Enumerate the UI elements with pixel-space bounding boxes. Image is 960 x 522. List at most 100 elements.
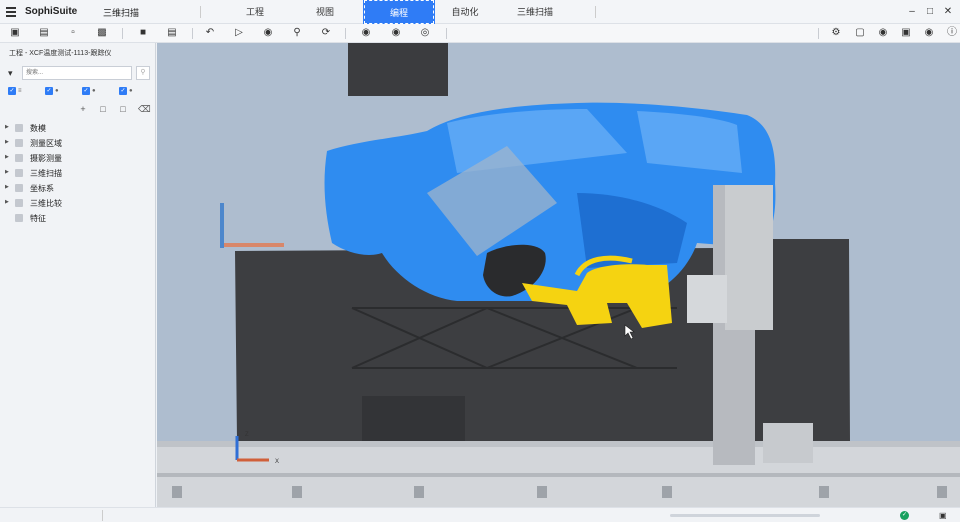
search-icon[interactable]: ⚲ [136,66,150,80]
tree-item-label: 三维扫描 [30,169,62,178]
tracker-arm [224,243,284,247]
car-icon[interactable]: ◉ [390,27,402,39]
tree-item-3d-scan[interactable]: ▶ 三维扫描 [0,166,155,180]
new-icon[interactable]: ▣ [9,27,21,39]
layout-icon[interactable]: ▣ [939,511,949,520]
export-icon[interactable]: □ [118,104,128,114]
filter-checkbox[interactable]: ✓ [119,87,127,95]
z-axis-label: Z [245,432,249,438]
camera-icon [15,154,23,162]
maximize-icon[interactable]: □ [923,5,937,19]
settings-icon[interactable]: ⚙ [830,27,842,39]
chevron-right-icon[interactable]: ▶ [5,124,9,130]
tree-item-label: 测量区域 [30,139,62,148]
chevron-right-icon[interactable]: ▶ [5,199,9,205]
area-icon [15,139,23,147]
point-icon: ● [55,88,59,94]
toolbar-divider [446,28,447,39]
status-divider [102,510,103,521]
scene-canvas[interactable]: Z X [157,43,960,507]
rail-groove [157,473,960,477]
signal-icon[interactable]: ◉ [877,27,889,39]
tree-item-label: 特征 [30,214,46,223]
device-icon[interactable]: ▤ [166,27,178,39]
close-icon[interactable]: ✕ [941,5,955,19]
toolbar-divider [345,28,346,39]
tree-item-coordinate-system[interactable]: ▶ 坐标系 [0,181,155,195]
add-icon[interactable]: + [78,104,88,114]
model-icon [15,124,23,132]
status-ok-icon: ✓ [900,511,909,520]
gantry-upper [725,185,773,330]
chevron-right-icon[interactable]: ▶ [5,184,9,190]
scan-icon: ● [92,88,96,94]
tab-automation[interactable]: 自动化 [440,0,490,24]
breadcrumb: 工程 - XCF温度测试-1113-跟踪仪 [9,50,112,57]
horizontal-scrollbar[interactable] [670,514,820,517]
module-title: 三维扫描 [103,8,140,18]
filter-checkbox[interactable]: ✓ [82,87,90,95]
toolbar: ▣ ▤ ▫ ▩ ■ ▤ ↶ ▷ ◉ ⚲ ⟳ ◉ ◉ ◎ ⚙ ▢ ◉ ▣ ◉ ⓘ [0,24,960,43]
toolbar-divider [192,28,193,39]
feature-icon [15,214,23,222]
record-icon[interactable]: ◉ [923,27,935,39]
info-icon[interactable]: ⓘ [946,27,958,39]
stop-icon[interactable]: ■ [137,27,149,39]
tab-3d-scan[interactable]: 三维扫描 [505,0,565,24]
tree-item-3d-compare[interactable]: ▶ 三维比较 [0,196,155,210]
delete-icon[interactable]: ⌫ [138,104,151,114]
robot-mount [687,275,727,323]
tree-item-label: 三维比较 [30,199,62,208]
scan-frame-icon[interactable]: ▢ [854,27,866,39]
list-icon: ≡ [18,88,22,94]
robot-icon[interactable]: ◉ [360,27,372,39]
filter-checkbox[interactable]: ✓ [8,87,16,95]
open-icon[interactable]: ▫ [67,27,79,39]
chevron-right-icon[interactable]: ▶ [5,169,9,175]
copy-icon[interactable]: □ [98,104,108,114]
zoom-icon[interactable]: ⚲ [291,27,303,39]
save-icon[interactable]: ▤ [38,27,50,39]
search-input[interactable] [22,66,132,80]
gantry-base [763,423,813,463]
compare-icon [15,199,23,207]
title-bar: SophiSuite 三维扫描 工程 视图 编程 自动化 三维扫描 – □ ✕ [0,0,960,25]
filter-checkbox[interactable]: ✓ [45,87,53,95]
axes-icon [15,184,23,192]
filter-icon[interactable]: ▾ [8,68,18,78]
chevron-right-icon[interactable]: ▶ [5,139,9,145]
rotate-icon[interactable]: ⟳ [320,27,332,39]
record-icon[interactable]: ◉ [262,27,274,39]
menu-icon[interactable] [6,7,16,17]
tree-item-label: 数模 [30,124,46,133]
3d-viewport[interactable]: Z X [157,43,960,507]
toolbar-divider [122,28,123,39]
status-bar: ✓ ▣ [0,507,960,522]
tab-view[interactable]: 视图 [300,0,350,24]
tree-item-model[interactable]: ▶ 数模 [0,121,155,135]
rail-top [157,441,960,447]
minimize-icon[interactable]: – [905,5,919,19]
play-icon[interactable]: ▷ [233,27,245,39]
undo-icon[interactable]: ↶ [204,27,216,39]
tab-programming[interactable]: 编程 [363,0,435,25]
scan-icon [15,169,23,177]
nav-divider [200,6,201,18]
chevron-right-icon[interactable]: ▶ [5,154,9,160]
tree-item-measure-area[interactable]: ▶ 测量区域 [0,136,155,150]
feature-icon: ● [129,88,133,94]
toolbar-divider [818,28,819,39]
fixture-block-top [348,43,448,96]
tab-project[interactable]: 工程 [230,0,280,24]
target-icon[interactable]: ◎ [419,27,431,39]
nav-divider [595,6,596,18]
project-panel: 工程 - XCF温度测试-1113-跟踪仪 ▾ ⚲ ✓ ≡ ✓ ● ✓ ● ✓ … [0,43,156,507]
tree-item-photogrammetry[interactable]: ▶ 摄影测量 [0,151,155,165]
tree-item-label: 坐标系 [30,184,54,193]
tree-item-label: 摄影测量 [30,154,62,163]
lock-icon[interactable]: ▣ [900,27,912,39]
tree-item-feature[interactable]: ▶ 特征 [0,211,155,225]
x-axis-label: X [275,459,279,465]
save-as-icon[interactable]: ▩ [96,27,108,39]
app-title: SophiSuite [25,6,78,17]
